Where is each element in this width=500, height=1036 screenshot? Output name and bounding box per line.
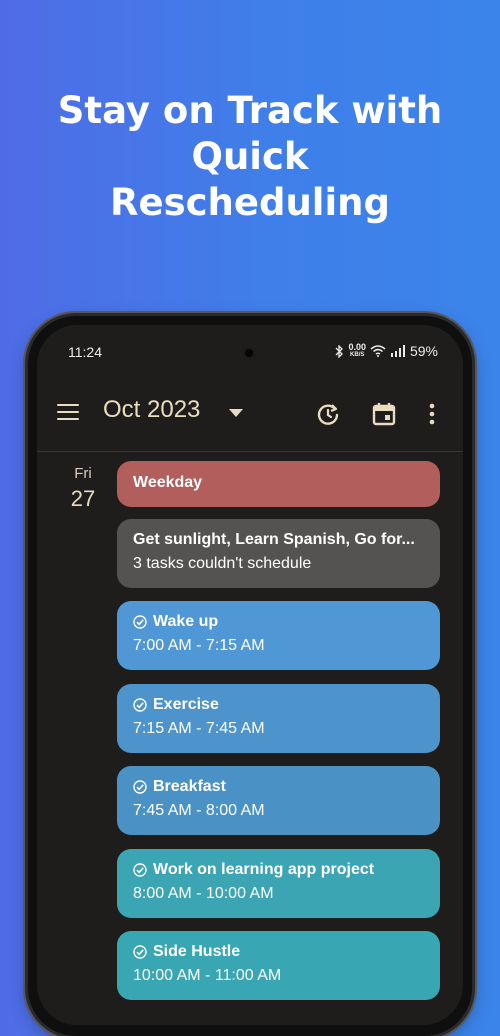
event-title-text: Side Hustle: [153, 943, 241, 960]
network-speed: 0.00 KB/S: [348, 343, 366, 359]
event-title: Weekday: [133, 474, 440, 492]
more-options-icon[interactable]: [425, 401, 439, 427]
signal-icon: [390, 345, 405, 357]
check-circle-icon: [133, 780, 147, 794]
event-subtitle: 10:00 AM - 11:00 AM: [133, 967, 282, 984]
event-title-text: Weekday: [133, 474, 203, 491]
event-title-text: Wake up: [153, 613, 219, 630]
day-name: Fri: [74, 465, 92, 482]
calendar-icon[interactable]: [371, 401, 397, 427]
status-time: 11:24: [68, 344, 102, 360]
phone-frame: 11:24 0.00 KB/S 59% Oct 2023 Fri 27 Week…: [28, 316, 472, 1036]
front-camera: [243, 347, 255, 359]
reschedule-icon[interactable]: [315, 401, 341, 427]
check-circle-icon: [133, 945, 147, 959]
event-card[interactable]: Wake up 7:00 AM - 7:15 AM: [117, 601, 440, 670]
event-subtitle: 3 tasks couldn't schedule: [133, 555, 312, 572]
battery-level: 59%: [409, 343, 438, 359]
event-title-text: Work on learning app project: [153, 861, 375, 878]
event-card[interactable]: Side Hustle 10:00 AM - 11:00 AM: [117, 931, 440, 1000]
app-bar: Oct 2023: [37, 381, 463, 441]
event-title-text: Get sunlight, Learn Spanish, Go for...: [133, 531, 415, 548]
check-circle-icon: [133, 615, 147, 629]
event-title: Exercise: [133, 696, 440, 714]
event-subtitle: 7:00 AM - 7:15 AM: [133, 637, 265, 654]
headline-line-2: Quick: [191, 135, 309, 178]
event-title: Get sunlight, Learn Spanish, Go for...: [133, 531, 440, 549]
headline: Stay on Track with Quick Rescheduling: [0, 88, 500, 226]
headline-line-1: Stay on Track with: [57, 89, 443, 132]
bluetooth-icon: [335, 344, 344, 358]
event-subtitle: 7:45 AM - 8:00 AM: [133, 802, 265, 819]
phone-volume-button: [472, 510, 476, 590]
event-card[interactable]: Get sunlight, Learn Spanish, Go for... 3 …: [117, 519, 440, 588]
wifi-icon: [370, 345, 386, 357]
event-title: Breakfast: [133, 778, 440, 796]
phone-power-button: [472, 676, 476, 728]
event-subtitle: 8:00 AM - 10:00 AM: [133, 885, 274, 902]
network-speed-unit: KB/S: [350, 352, 365, 358]
check-circle-icon: [133, 698, 147, 712]
dropdown-arrow-icon[interactable]: [229, 409, 243, 417]
day-number: 27: [70, 486, 96, 511]
app-bar-divider: [37, 451, 463, 452]
event-card[interactable]: Work on learning app project 8:00 AM - 10…: [117, 849, 440, 918]
event-title: Work on learning app project: [133, 861, 440, 879]
check-circle-icon: [133, 863, 147, 877]
event-card[interactable]: Weekday: [117, 461, 440, 507]
event-title-text: Breakfast: [153, 778, 226, 795]
event-subtitle: 7:15 AM - 7:45 AM: [133, 720, 265, 737]
headline-line-3: Rescheduling: [110, 181, 390, 224]
event-title: Side Hustle: [133, 943, 440, 961]
network-speed-value: 0.00: [348, 342, 366, 352]
event-card[interactable]: Exercise 7:15 AM - 7:45 AM: [117, 684, 440, 753]
event-card[interactable]: Breakfast 7:45 AM - 8:00 AM: [117, 766, 440, 835]
phone-screen: 11:24 0.00 KB/S 59% Oct 2023 Fri 27 Week…: [37, 325, 463, 1025]
status-icons: 0.00 KB/S 59%: [334, 343, 438, 359]
month-selector[interactable]: Oct 2023: [103, 396, 200, 424]
menu-icon[interactable]: [57, 404, 79, 422]
event-title: Wake up: [133, 613, 440, 631]
event-title-text: Exercise: [153, 696, 219, 713]
day-label: Fri 27: [65, 465, 101, 512]
